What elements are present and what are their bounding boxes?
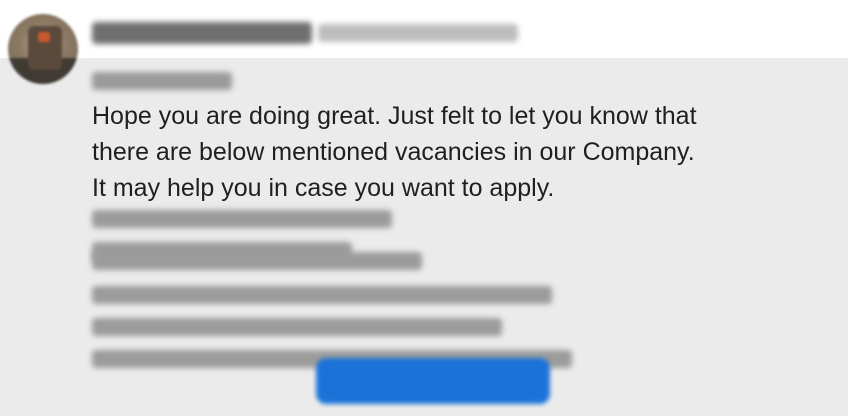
vacancy-item-redacted	[92, 318, 502, 336]
message-line: Hope you are doing great. Just felt to l…	[92, 102, 697, 130]
vacancy-item-redacted	[92, 286, 552, 304]
message-text: Hope you are doing great. Just felt to l…	[92, 98, 812, 206]
message-line: It may help you in case you want to appl…	[92, 174, 555, 202]
apply-button-redacted[interactable]	[316, 358, 550, 404]
avatar[interactable]	[8, 14, 78, 84]
sender-meta-redacted	[318, 24, 518, 42]
message-line: there are below mentioned vacancies in o…	[92, 138, 695, 166]
vacancy-item-redacted	[92, 210, 392, 228]
greeting-redacted	[92, 72, 232, 90]
sender-name-redacted[interactable]	[92, 22, 312, 44]
vacancy-item-redacted	[92, 252, 422, 270]
